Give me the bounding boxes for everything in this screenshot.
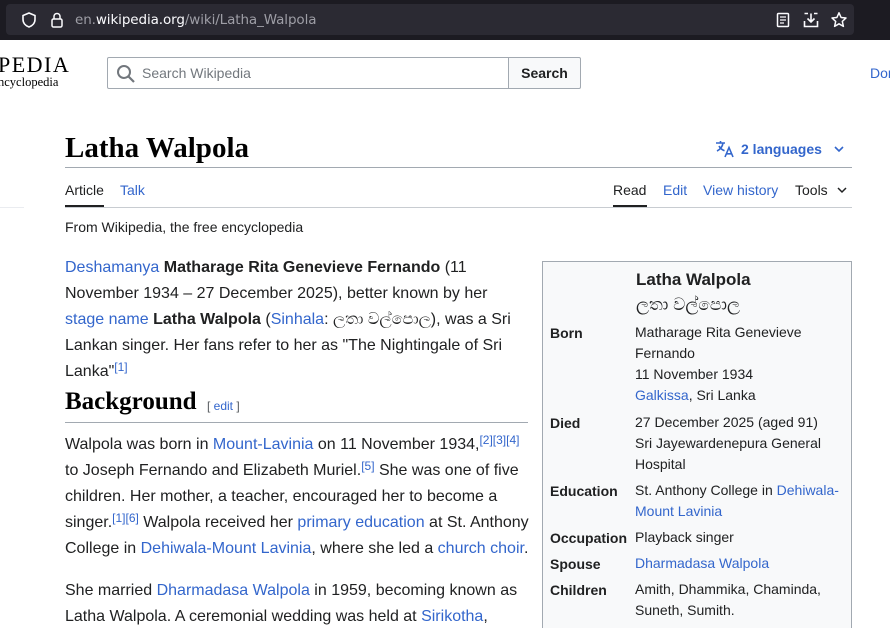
search-button[interactable]: Search	[508, 57, 581, 89]
text: Walpola received her	[138, 514, 298, 531]
link-galkissa[interactable]: Galkissa	[635, 387, 689, 403]
infobox-value-born: Matharage Rita Genevieve Fernando 11 Nov…	[635, 322, 847, 406]
birth-place: Galkissa, Sri Lanka	[635, 385, 847, 406]
link-sirikotha[interactable]: Sirikotha	[421, 608, 483, 625]
tab-talk[interactable]: Talk	[120, 182, 145, 198]
text: Walpola was born in	[65, 436, 213, 453]
death-date: 27 December 2025 (aged 91)	[635, 414, 818, 430]
section-heading-background: Background	[65, 388, 197, 415]
save-to-pocket-icon[interactable]	[802, 11, 820, 29]
search-input[interactable]	[142, 58, 502, 88]
link-dharmadasa-walpola[interactable]: Dharmadasa Walpola	[635, 555, 769, 571]
intro-paragraph: Deshamanya Matharage Rita Genevieve Fern…	[65, 255, 530, 385]
reference-link[interactable]: [2]	[479, 433, 492, 447]
link-deshamanya[interactable]: Deshamanya	[65, 259, 159, 276]
birth-name: Matharage Rita Genevieve Fernando	[635, 324, 802, 361]
donate-link[interactable]: Donate	[870, 65, 890, 81]
search-box[interactable]	[107, 57, 509, 89]
reference-link[interactable]: [6]	[125, 511, 138, 525]
link-sinhala[interactable]: Sinhala	[271, 311, 324, 328]
title-divider	[65, 167, 852, 168]
link-dehiwala-mount-lavinia[interactable]: Dehiwala-Mount Lavinia	[141, 540, 312, 557]
url-prefix: en.	[75, 12, 96, 28]
background-paragraph-1: Walpola was born in Mount-Lavinia on 11 …	[65, 432, 530, 562]
infobox-value-died: 27 December 2025 (aged 91) Sri Jayewarde…	[635, 412, 847, 475]
infobox-label-died: Died	[550, 415, 581, 431]
infobox-value-education: St. Anthony College in Dehiwala-Mount La…	[635, 480, 847, 522]
infobox-label-occupation: Occupation	[550, 530, 628, 546]
tabs-divider	[65, 207, 852, 208]
reader-view-icon[interactable]	[774, 11, 792, 29]
education-school: St. Anthony College in	[635, 482, 777, 498]
url-path: /wiki/Latha_Walpola	[184, 12, 317, 28]
site-tagline: From Wikipedia, the free encyclopedia	[65, 219, 304, 235]
shield-icon[interactable]	[20, 11, 38, 29]
birth-date: 11 November 1934	[635, 366, 754, 382]
wikipedia-logo[interactable]: PEDIA ncyclopedia	[0, 52, 70, 90]
address-bar[interactable]: en.wikipedia.org/wiki/Latha_Walpola	[6, 4, 854, 35]
text: , where she led a	[311, 540, 438, 557]
infobox-value-children: Amith, Dhammika, Chaminda, Suneth, Sumit…	[635, 581, 821, 618]
background-paragraph-2: She married Dharmadasa Walpola in 1959, …	[65, 578, 530, 628]
infobox-label-spouse: Spouse	[550, 556, 601, 572]
infobox-value-occupation: Playback singer	[635, 529, 734, 545]
edit-bracket-close: ]	[233, 399, 240, 413]
section-divider	[65, 422, 528, 423]
tab-edit[interactable]: Edit	[663, 182, 687, 198]
tab-view-history[interactable]: View history	[703, 182, 778, 198]
page-title: Latha Walpola	[65, 132, 249, 164]
reference-link[interactable]: [5]	[361, 459, 374, 473]
edit-bracket-open: [	[207, 399, 214, 413]
browser-toolbar: en.wikipedia.org/wiki/Latha_Walpola	[0, 0, 890, 40]
infobox-label-born: Born	[550, 325, 583, 341]
link-primary-education[interactable]: primary education	[297, 514, 424, 531]
infobox-label-education: Education	[550, 483, 618, 499]
link-church-choir[interactable]: church choir	[438, 540, 524, 557]
birth-name: Matharage Rita Genevieve Fernando	[163, 259, 441, 276]
translate-icon	[716, 141, 734, 158]
tab-read[interactable]: Read	[613, 182, 646, 198]
infobox: Latha Walpola ලතා වල්පොල Born Matharage …	[542, 261, 852, 628]
lock-icon[interactable]	[48, 11, 66, 29]
search-icon	[117, 65, 135, 83]
reference-link[interactable]: [3]	[493, 433, 506, 447]
text: to Joseph Fernando and Elizabeth Muriel.	[65, 462, 362, 479]
text: ,	[483, 608, 488, 625]
languages-button[interactable]: 2 languages	[715, 140, 844, 158]
section-edit-link: [ edit ]	[207, 399, 240, 413]
chevron-down-icon	[834, 145, 844, 152]
link-mount-lavinia[interactable]: Mount-Lavinia	[213, 436, 314, 453]
text: on 11 November 1934,	[313, 436, 480, 453]
reference-link[interactable]: [1]	[112, 511, 125, 525]
text: She married	[65, 582, 157, 599]
url-domain: wikipedia.org	[95, 12, 185, 28]
text: (	[260, 311, 271, 328]
link-stage-name[interactable]: stage name	[65, 311, 149, 328]
edit-section-button[interactable]: edit	[214, 399, 233, 413]
tools-label: Tools	[795, 182, 828, 198]
languages-label: 2 languages	[741, 141, 822, 157]
url-text[interactable]: en.wikipedia.org/wiki/Latha_Walpola	[75, 12, 317, 28]
birth-country: , Sri Lanka	[688, 387, 756, 403]
reference-link[interactable]: [4]	[506, 433, 519, 447]
infobox-native-name: ලතා වල්පොල	[636, 295, 740, 314]
bookmark-star-icon[interactable]	[830, 11, 848, 29]
tab-article[interactable]: Article	[65, 182, 104, 198]
infobox-value-spouse: Dharmadasa Walpola	[635, 553, 847, 574]
reference-link[interactable]: [1]	[114, 360, 127, 374]
text: .	[523, 540, 529, 557]
sidebar-divider	[0, 207, 24, 208]
infobox-title: Latha Walpola	[636, 270, 751, 289]
death-place: Sri Jayewardenepura General Hospital	[635, 435, 821, 472]
link-dharmadasa-walpola[interactable]: Dharmadasa Walpola	[157, 582, 310, 599]
tools-menu[interactable]: Tools	[795, 182, 847, 198]
infobox-label-children: Children	[550, 582, 607, 598]
chevron-down-icon	[837, 186, 847, 193]
known-name: Latha Walpola	[153, 311, 261, 328]
